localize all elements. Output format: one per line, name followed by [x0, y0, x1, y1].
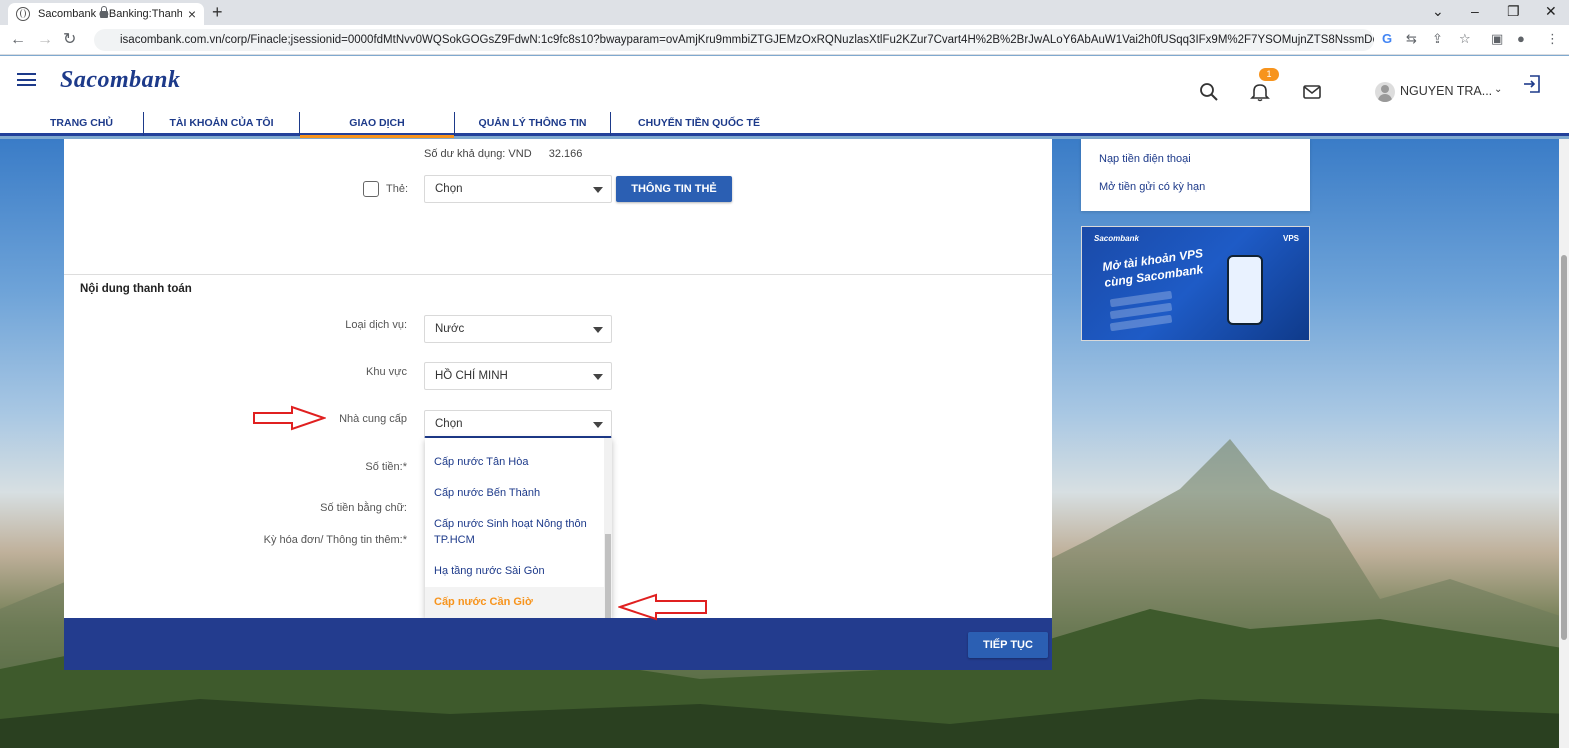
card-checkbox[interactable] [363, 181, 379, 197]
region-value: HỒ CHÍ MINH [435, 370, 508, 382]
sacombank-logo[interactable]: Sacombank [60, 67, 181, 94]
nav-chuyen-tien-quoc-te[interactable]: CHUYỂN TIỀN QUỐC TẾ [611, 112, 787, 136]
user-name[interactable]: NGUYEN TRA... [1400, 84, 1492, 98]
google-icon[interactable]: G [1382, 31, 1392, 47]
card-label: Thẻ: [386, 183, 409, 195]
provider-option[interactable]: Cấp nước Sinh hoạt Nông thôn TP.HCM [425, 516, 604, 548]
side-panel-icon[interactable]: ▣ [1491, 31, 1503, 47]
vps-promo-banner[interactable]: Sacombank VPS Mở tài khoản VPS cùng Saco… [1081, 226, 1310, 341]
reload-icon[interactable]: ↻ [63, 30, 76, 50]
new-tab-icon[interactable]: + [212, 2, 223, 22]
minimize-icon[interactable]: – [1471, 2, 1479, 20]
caret-down-icon [593, 327, 603, 333]
nav-tai-khoan[interactable]: TÀI KHOẢN CỦA TÔI [144, 112, 300, 136]
banner-brand: Sacombank [1094, 234, 1139, 243]
nav-giao-dich[interactable]: GIAO DỊCH [300, 112, 455, 138]
balance-label: Số dư khả dụng: VND [424, 148, 532, 160]
phone-illustration [1227, 255, 1263, 325]
form-footer-bar [64, 618, 1052, 670]
provider-select[interactable]: Chọn [424, 410, 612, 438]
provider-value: Chọn [435, 418, 463, 430]
dropdown-scrollbar-thumb[interactable] [605, 534, 611, 618]
tab-search-icon[interactable]: ⌄ [1432, 2, 1444, 20]
browser-tab-bar: Sacombank e-Banking:Thanh toá × + ⌄ – ❐ … [0, 0, 1569, 25]
close-window-icon[interactable]: ✕ [1545, 2, 1557, 20]
bell-icon[interactable] [1250, 82, 1270, 102]
provider-option[interactable]: Cấp nước Bến Thành [425, 485, 604, 501]
provider-option[interactable]: Hạ tầng nước Sài Gòn [425, 563, 604, 579]
profile-icon[interactable]: ● [1517, 31, 1525, 47]
banner-partner: VPS [1282, 234, 1299, 243]
card-info-button[interactable]: THÔNG TIN THẺ [616, 176, 732, 202]
nav-trang-chu[interactable]: TRANG CHỦ [20, 112, 144, 136]
card-select-value: Chọn [435, 183, 463, 195]
caret-down-icon [593, 187, 603, 193]
payment-content-title: Nội dung thanh toán [80, 283, 192, 295]
url-field[interactable]: isacombank.com.vn/corp/Finacle;jsessioni… [94, 29, 1374, 51]
globe-icon [16, 7, 30, 21]
main-nav: TRANG CHỦ TÀI KHOẢN CỦA TÔI GIAO DỊCH QU… [20, 112, 787, 138]
annotation-arrow-right-icon [253, 405, 326, 431]
caret-down-icon [593, 422, 603, 428]
section-divider [64, 274, 1052, 275]
provider-dropdown-list[interactable]: Cấp nước Tân Hòa Cấp nước Bến Thành Cấp … [425, 438, 612, 618]
continue-button[interactable]: TIẾP TỤC [968, 632, 1048, 658]
hamburger-menu-icon[interactable] [17, 73, 36, 86]
service-type-label: Loại dịch vụ: [345, 319, 407, 331]
bill-period-label: Kỳ hóa đơn/ Thông tin thêm:* [263, 534, 407, 546]
tab-title: Sacombank e-Banking:Thanh toá [38, 8, 182, 20]
tab-close-icon[interactable]: × [188, 7, 196, 21]
restore-icon[interactable]: ❐ [1507, 2, 1520, 20]
sidebar-link-mobile-topup[interactable]: Nạp tiền điện thoại [1099, 153, 1191, 165]
back-icon[interactable]: ← [10, 30, 26, 50]
browser-address-bar: ← → ↻ isacombank.com.vn/corp/Finacle;jse… [0, 25, 1569, 55]
region-label: Khu vực [366, 366, 407, 378]
card-select[interactable]: Chọn [424, 175, 612, 203]
provider-option-highlighted[interactable]: Cấp nước Cần Giờ [425, 587, 604, 618]
logout-icon[interactable] [1522, 74, 1542, 94]
sidebar-quick-links: Nạp tiền điện thoại Mở tiền gửi có kỳ hạ… [1081, 139, 1310, 211]
translate-icon[interactable]: ⇆ [1406, 31, 1417, 47]
nav-quan-ly-thong-tin[interactable]: QUẢN LÝ THÔNG TIN [455, 112, 611, 136]
annotation-arrow-left-icon [618, 593, 707, 621]
site-header: Sacombank 1 NGUYEN TRA... ⌄ TRANG CHỦ TÀ… [0, 56, 1569, 138]
service-type-value: Nước [435, 323, 465, 335]
search-icon[interactable] [1199, 82, 1219, 102]
service-type-select[interactable]: Nước [424, 315, 612, 343]
chevron-down-icon[interactable]: ⌄ [1494, 84, 1502, 95]
available-balance: Số dư khả dụng: VND 32.166 [424, 148, 582, 160]
lock-icon[interactable] [100, 6, 108, 18]
provider-option[interactable]: Cấp nước Tân Hòa [425, 454, 604, 470]
mail-icon[interactable] [1302, 82, 1322, 102]
sidebar-link-term-deposit[interactable]: Mở tiền gửi có kỳ hạn [1099, 181, 1205, 193]
forward-icon[interactable]: → [37, 30, 53, 50]
notification-badge: 1 [1259, 68, 1279, 81]
caret-down-icon [593, 374, 603, 380]
amount-words-label: Số tiền bằng chữ: [320, 502, 407, 514]
bookmark-star-icon[interactable]: ☆ [1459, 31, 1471, 47]
avatar[interactable] [1375, 82, 1395, 102]
amount-label: Số tiền:* [365, 461, 407, 473]
more-menu-icon[interactable]: ⋮ [1546, 31, 1559, 47]
share-icon[interactable]: ⇪ [1432, 31, 1443, 47]
balance-value: 32.166 [548, 148, 583, 160]
page-scrollbar-thumb[interactable] [1561, 255, 1567, 640]
region-select[interactable]: HỒ CHÍ MINH [424, 362, 612, 390]
